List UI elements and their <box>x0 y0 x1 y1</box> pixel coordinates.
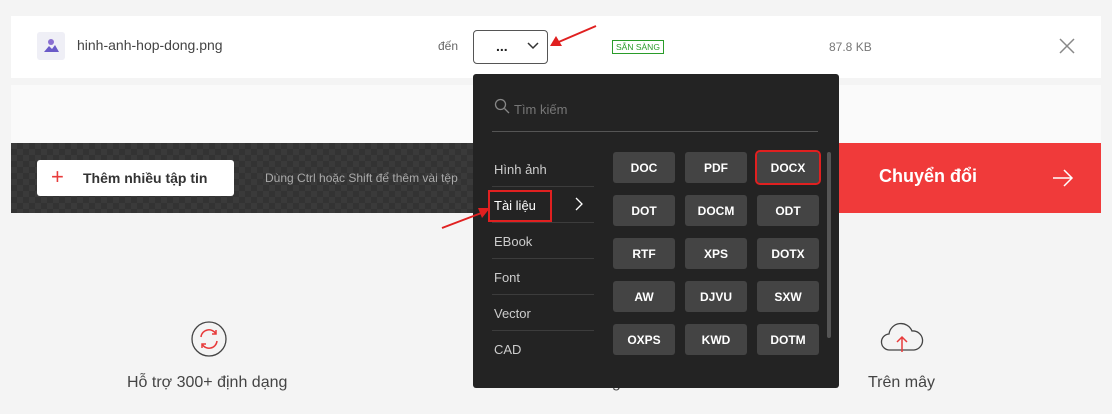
format-option-dotx[interactable]: DOTX <box>757 238 819 269</box>
close-icon[interactable] <box>1059 38 1075 54</box>
format-option-xps[interactable]: XPS <box>685 238 747 269</box>
search-input[interactable] <box>514 98 804 120</box>
status-badge: SẴN SÀNG <box>612 40 664 54</box>
plus-icon: + <box>51 164 64 189</box>
convert-button[interactable]: Chuyển đổi <box>833 143 1101 213</box>
format-option-rtf[interactable]: RTF <box>613 238 675 269</box>
highlight-box-category <box>488 190 552 222</box>
category-item-font[interactable]: Font <box>492 259 594 295</box>
add-files-button[interactable]: + Thêm nhiều tập tin <box>37 160 234 196</box>
format-option-sxw[interactable]: SXW <box>757 281 819 312</box>
category-label: Vector <box>494 306 531 321</box>
format-select[interactable]: ... <box>473 30 548 64</box>
format-option-pdf[interactable]: PDF <box>685 152 747 183</box>
format-option-djvu[interactable]: DJVU <box>685 281 747 312</box>
format-option-dotm[interactable]: DOTM <box>757 324 819 355</box>
multi-select-hint: Dùng Ctrl hoặc Shift để thêm vài tệp <box>265 171 458 185</box>
format-select-value: ... <box>496 38 508 54</box>
category-item-image[interactable]: Hình ảnh <box>492 151 594 187</box>
format-grid: DOC PDF DOCX DOT DOCM ODT RTF XPS DOTX A… <box>613 150 821 355</box>
category-label: Hình ảnh <box>494 162 547 177</box>
category-item-ebook[interactable]: EBook <box>492 223 594 259</box>
annotation-arrow-icon <box>550 25 597 46</box>
category-list: Hình ảnh Tài liệu EBook Font Vector CAD <box>492 151 594 367</box>
format-option-docx[interactable]: DOCX <box>755 150 821 185</box>
format-dropdown: Hình ảnh Tài liệu EBook Font Vector CAD … <box>473 74 839 388</box>
category-label: CAD <box>494 342 522 357</box>
category-item-cad[interactable]: CAD <box>492 331 594 367</box>
format-option-docm[interactable]: DOCM <box>685 195 747 226</box>
category-item-vector[interactable]: Vector <box>492 295 594 331</box>
feature-title-formats: Hỗ trợ 300+ định dạng <box>127 374 288 391</box>
convert-label: Chuyển đổi <box>879 166 977 186</box>
file-name: hinh-anh-hop-dong.png <box>77 37 223 53</box>
dropdown-scrollbar[interactable] <box>827 152 831 338</box>
annotation-arrow-icon <box>441 208 490 229</box>
add-files-label: Thêm nhiều tập tin <box>83 170 208 186</box>
format-option-doc[interactable]: DOC <box>613 152 675 183</box>
format-option-oxps[interactable]: OXPS <box>613 324 675 355</box>
format-option-dot[interactable]: DOT <box>613 195 675 226</box>
file-size: 87.8 KB <box>829 40 872 54</box>
category-label: EBook <box>494 234 533 249</box>
chevron-down-icon <box>527 42 539 50</box>
feature-title-cloud: Trên mây <box>868 374 935 391</box>
sync-icon <box>191 321 227 357</box>
chevron-right-icon <box>575 197 583 211</box>
to-label: đến <box>438 39 459 53</box>
format-option-aw[interactable]: AW <box>613 281 675 312</box>
search-icon <box>494 98 510 114</box>
search-row <box>492 94 818 132</box>
image-file-icon <box>37 32 65 60</box>
format-option-kwd[interactable]: KWD <box>685 324 747 355</box>
format-option-odt[interactable]: ODT <box>757 195 819 226</box>
arrow-right-icon <box>1053 169 1074 187</box>
cloud-upload-icon <box>880 322 924 352</box>
category-label: Font <box>494 270 521 285</box>
